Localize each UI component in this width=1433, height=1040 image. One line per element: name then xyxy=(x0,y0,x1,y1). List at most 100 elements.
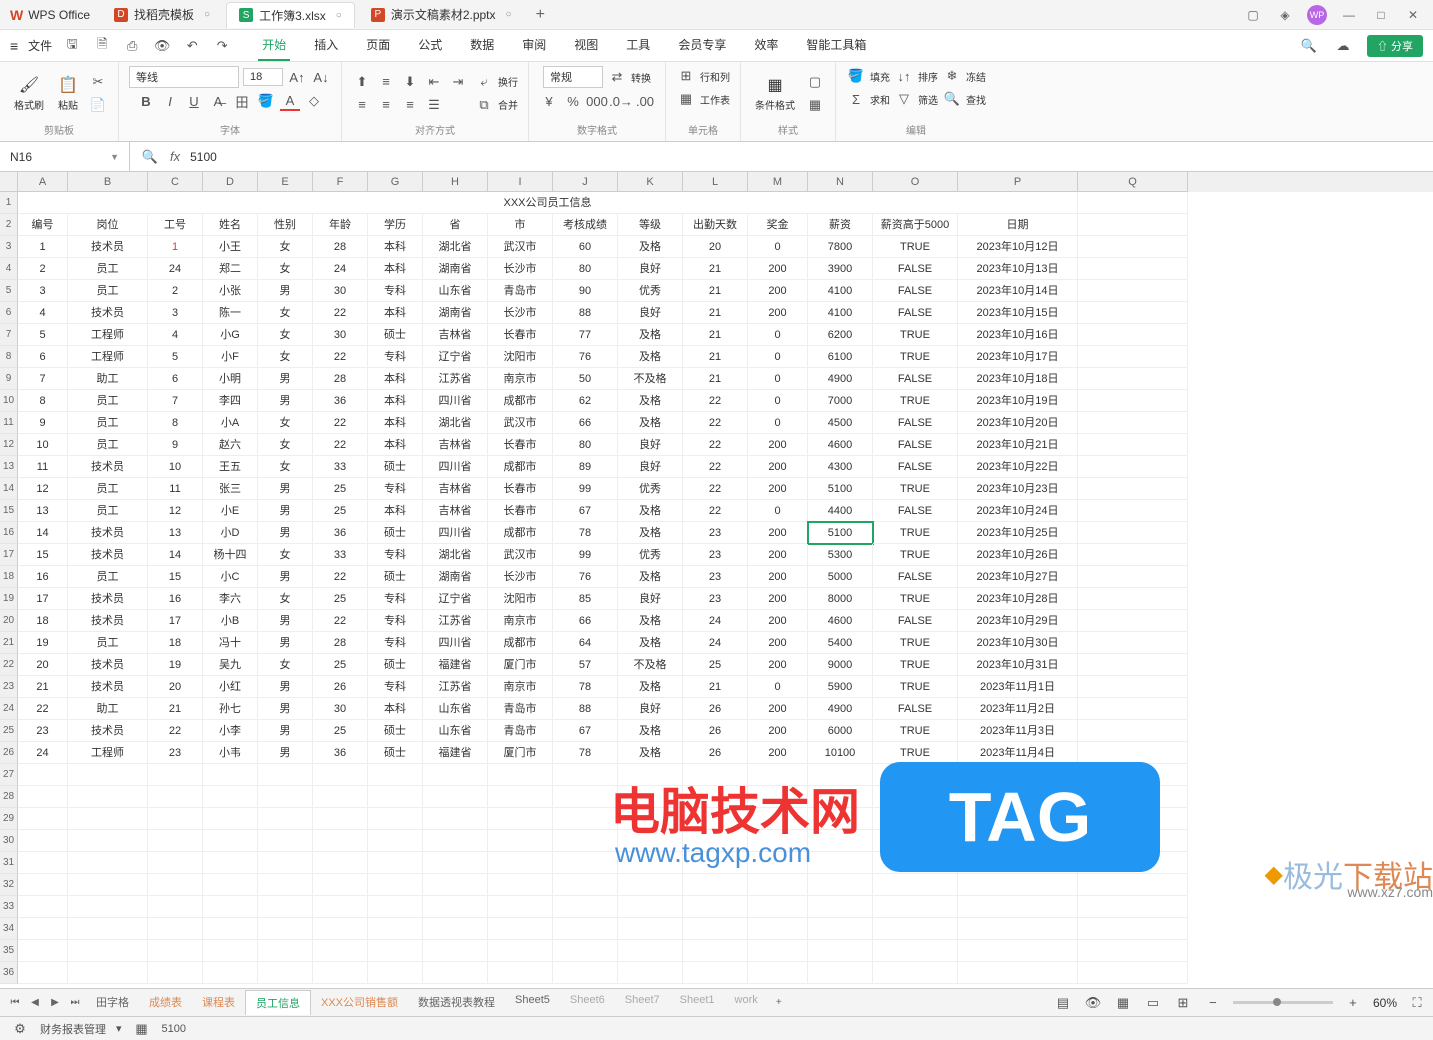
data-cell[interactable]: 女 xyxy=(258,412,313,434)
empty-cell[interactable] xyxy=(203,852,258,874)
data-cell[interactable]: 小G xyxy=(203,324,258,346)
header-cell[interactable]: 年龄 xyxy=(313,214,368,236)
header-cell[interactable]: 岗位 xyxy=(68,214,148,236)
empty-cell[interactable] xyxy=(368,764,423,786)
data-cell[interactable]: 64 xyxy=(553,632,618,654)
data-cell[interactable]: 22 xyxy=(313,412,368,434)
data-cell[interactable]: 200 xyxy=(748,434,808,456)
column-header[interactable]: M xyxy=(748,172,808,192)
print-icon[interactable]: ⎙ xyxy=(122,36,142,56)
data-cell[interactable]: 2023年10月20日 xyxy=(958,412,1078,434)
data-cell[interactable]: 15 xyxy=(148,566,203,588)
data-cell[interactable]: 专科 xyxy=(368,478,423,500)
save-as-icon[interactable]: 🗎 xyxy=(92,36,112,56)
data-cell[interactable]: TRUE xyxy=(873,544,958,566)
font-color-icon[interactable]: A xyxy=(280,91,300,111)
data-cell[interactable]: 66 xyxy=(553,412,618,434)
data-cell[interactable]: 4300 xyxy=(808,456,873,478)
header-cell[interactable]: 奖金 xyxy=(748,214,808,236)
row-header[interactable]: 1 xyxy=(0,192,18,214)
data-cell[interactable]: 0 xyxy=(748,412,808,434)
data-cell[interactable]: 员工 xyxy=(68,500,148,522)
ribbon-tab[interactable]: 页面 xyxy=(362,30,394,61)
data-cell[interactable]: 员工 xyxy=(68,434,148,456)
data-cell[interactable]: 2023年11月1日 xyxy=(958,676,1078,698)
data-cell[interactable]: 22 xyxy=(683,478,748,500)
empty-cell[interactable] xyxy=(68,852,148,874)
empty-cell[interactable] xyxy=(748,940,808,962)
data-cell[interactable]: 200 xyxy=(748,610,808,632)
empty-cell[interactable] xyxy=(18,874,68,896)
ribbon-tab[interactable]: 公式 xyxy=(414,30,446,61)
align-left-icon[interactable]: ≡ xyxy=(352,95,372,115)
column-header[interactable]: N xyxy=(808,172,873,192)
data-cell[interactable]: 优秀 xyxy=(618,280,683,302)
empty-cell[interactable] xyxy=(203,808,258,830)
data-cell[interactable]: 0 xyxy=(748,676,808,698)
header-cell[interactable]: 工号 xyxy=(148,214,203,236)
data-cell[interactable]: 30 xyxy=(313,280,368,302)
maximize-button[interactable]: □ xyxy=(1371,5,1391,25)
empty-cell[interactable] xyxy=(258,830,313,852)
data-cell[interactable]: 长春市 xyxy=(488,500,553,522)
data-cell[interactable]: 2023年10月19日 xyxy=(958,390,1078,412)
view-page-icon[interactable]: ▭ xyxy=(1143,993,1163,1013)
data-cell[interactable]: 李四 xyxy=(203,390,258,412)
header-cell[interactable]: 薪资高于5000 xyxy=(873,214,958,236)
empty-cell[interactable] xyxy=(808,896,873,918)
empty-cell[interactable] xyxy=(618,808,683,830)
data-cell[interactable]: 33 xyxy=(313,456,368,478)
data-cell[interactable]: 本科 xyxy=(368,698,423,720)
data-cell[interactable]: 及格 xyxy=(618,676,683,698)
header-cell[interactable]: 市 xyxy=(488,214,553,236)
data-cell[interactable]: 22 xyxy=(313,610,368,632)
status-icon2[interactable]: ▦ xyxy=(132,1019,152,1039)
data-cell[interactable]: 200 xyxy=(748,258,808,280)
empty-cell[interactable] xyxy=(873,830,958,852)
sheet-tab[interactable]: Sheet5 xyxy=(505,990,560,1015)
document-tab[interactable]: S工作簿3.xlsx○ xyxy=(226,2,355,28)
data-cell[interactable]: 湖南省 xyxy=(423,258,488,280)
data-cell[interactable]: 22 xyxy=(683,390,748,412)
empty-cell[interactable] xyxy=(68,918,148,940)
data-cell[interactable]: 及格 xyxy=(618,390,683,412)
data-cell[interactable]: 湖南省 xyxy=(423,302,488,324)
data-cell[interactable]: 50 xyxy=(553,368,618,390)
data-cell[interactable]: 16 xyxy=(148,588,203,610)
data-cell[interactable]: 成都市 xyxy=(488,632,553,654)
data-cell[interactable]: 四川省 xyxy=(423,390,488,412)
column-header[interactable]: K xyxy=(618,172,683,192)
data-cell[interactable]: 本科 xyxy=(368,434,423,456)
sheet-prev-button[interactable]: ◀ xyxy=(26,994,44,1012)
data-cell[interactable]: TRUE xyxy=(873,390,958,412)
data-cell[interactable]: 长春市 xyxy=(488,478,553,500)
empty-cell[interactable] xyxy=(618,764,683,786)
data-cell[interactable]: 赵六 xyxy=(203,434,258,456)
empty-cell[interactable] xyxy=(203,896,258,918)
rowcol-icon[interactable]: ⊞ xyxy=(676,66,696,86)
empty-cell[interactable] xyxy=(488,962,553,984)
data-cell[interactable]: 沈阳市 xyxy=(488,346,553,368)
sum-icon[interactable]: Σ xyxy=(846,89,866,109)
data-cell[interactable]: 19 xyxy=(18,632,68,654)
row-header[interactable]: 32 xyxy=(0,874,18,896)
data-cell[interactable]: 2023年10月23日 xyxy=(958,478,1078,500)
data-cell[interactable]: 20 xyxy=(18,654,68,676)
empty-cell[interactable] xyxy=(958,764,1078,786)
data-cell[interactable]: 0 xyxy=(748,346,808,368)
data-cell[interactable]: 本科 xyxy=(368,258,423,280)
data-cell[interactable]: 5 xyxy=(148,346,203,368)
empty-cell[interactable] xyxy=(68,786,148,808)
save-icon[interactable]: 🖫 xyxy=(62,36,82,56)
data-cell[interactable]: 武汉市 xyxy=(488,544,553,566)
data-cell[interactable]: 2023年10月31日 xyxy=(958,654,1078,676)
copy-icon[interactable]: 📄 xyxy=(88,95,108,115)
data-cell[interactable]: 33 xyxy=(313,544,368,566)
data-cell[interactable]: 武汉市 xyxy=(488,412,553,434)
row-header[interactable]: 20 xyxy=(0,610,18,632)
data-cell[interactable]: 21 xyxy=(683,302,748,324)
empty-cell[interactable] xyxy=(808,786,873,808)
data-cell[interactable]: 女 xyxy=(258,434,313,456)
data-cell[interactable]: 2023年10月30日 xyxy=(958,632,1078,654)
data-cell[interactable]: 助工 xyxy=(68,698,148,720)
